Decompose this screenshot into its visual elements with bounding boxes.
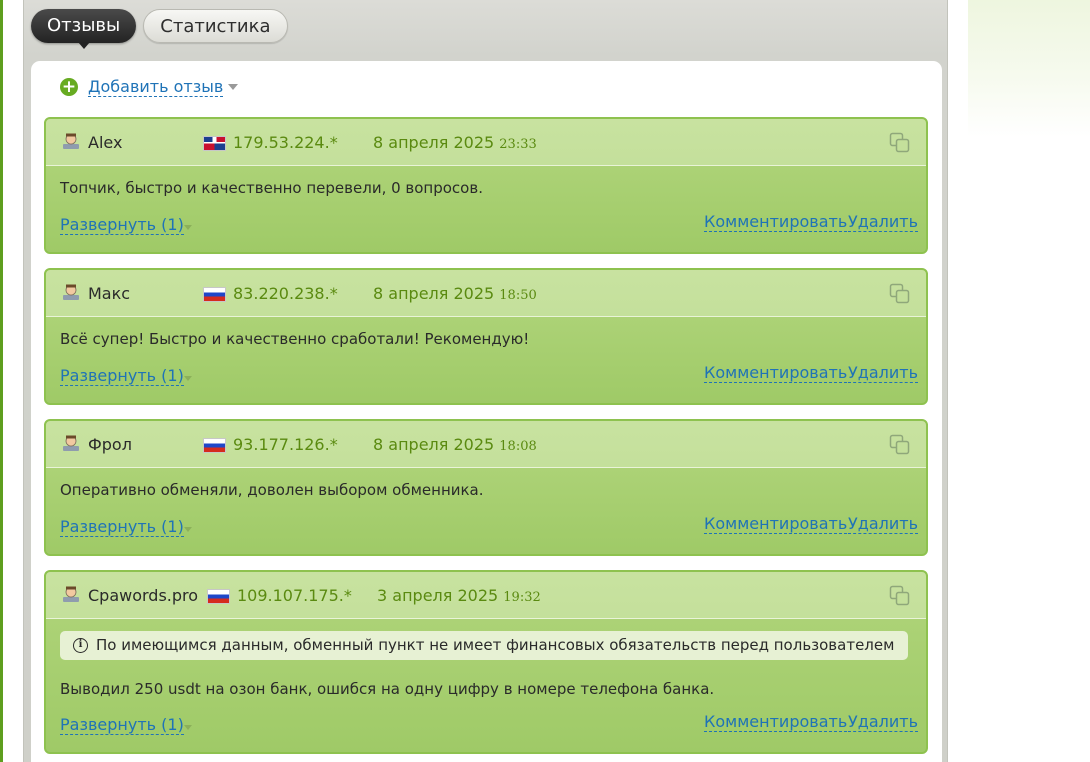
review-date-text: 8 апреля 2025 <box>373 133 495 152</box>
review-author: Alex <box>88 133 123 152</box>
review-header: Макс 83.220.238.* 8 апреля 2025 18:50 <box>46 270 926 317</box>
review-date-text: 3 апреля 2025 <box>377 586 499 605</box>
review-ip: 109.107.175.* <box>237 586 352 605</box>
add-review-button[interactable]: + Добавить отзыв <box>60 77 239 97</box>
review-text: Топчик, быстро и качественно перевели, 0… <box>60 179 483 197</box>
review-date-text: 8 апреля 2025 <box>373 435 495 454</box>
expand-link[interactable]: Развернуть (1) <box>60 366 184 386</box>
review-date: 8 апреля 2025 18:08 <box>373 435 537 454</box>
chevron-down-icon <box>184 527 192 532</box>
plus-circle-icon: + <box>60 77 78 97</box>
comment-link[interactable]: Комментировать <box>704 712 848 732</box>
review-date: 8 апреля 2025 23:33 <box>373 133 537 152</box>
review-author: Фрол <box>88 435 132 454</box>
review-ip: 93.177.126.* <box>233 435 338 454</box>
user-icon <box>63 586 79 602</box>
chevron-down-icon <box>184 225 192 230</box>
russia-flag-icon <box>203 438 226 453</box>
review-ip: 179.53.224.* <box>233 133 338 152</box>
right-side-panel <box>968 0 1090 762</box>
review-time: 18:08 <box>499 439 537 454</box>
user-icon <box>63 133 79 149</box>
delete-link[interactable]: Удалить <box>848 363 918 383</box>
chevron-down-icon <box>184 725 192 730</box>
review-time: 23:33 <box>499 137 537 152</box>
expand-link[interactable]: Развернуть (1) <box>60 517 184 537</box>
delete-link[interactable]: Удалить <box>848 212 918 232</box>
comment-link[interactable]: Комментировать <box>704 363 848 383</box>
review-date: 3 апреля 2025 19:32 <box>377 586 541 605</box>
left-border-stripe <box>0 0 3 762</box>
expand-link[interactable]: Развернуть (1) <box>60 215 184 235</box>
review-time: 19:32 <box>503 590 541 605</box>
review-author: Cpawords.pro <box>88 586 199 605</box>
user-icon <box>63 435 79 451</box>
comment-link[interactable]: Комментировать <box>704 212 848 232</box>
review-date: 8 апреля 2025 18:50 <box>373 284 537 303</box>
tab-statistics[interactable]: Статистика <box>143 9 288 43</box>
review-card: Cpawords.pro 109.107.175.* 3 апреля 2025… <box>44 570 928 754</box>
copy-icon[interactable] <box>889 585 910 606</box>
user-icon <box>63 284 79 300</box>
review-header: Alex 179.53.224.* 8 апреля 2025 23:33 <box>46 119 926 166</box>
review-text: Всё супер! Быстро и качественно сработал… <box>60 330 530 348</box>
tab-bar: Отзывы Статистика <box>31 9 288 49</box>
delete-link[interactable]: Удалить <box>848 514 918 534</box>
delete-link[interactable]: Удалить <box>848 712 918 732</box>
dominican-republic-flag-icon <box>203 136 226 151</box>
copy-icon[interactable] <box>889 132 910 153</box>
copy-icon[interactable] <box>889 283 910 304</box>
info-icon: i <box>73 638 88 653</box>
notice-banner: i По имеющимся данным, обменный пункт не… <box>60 631 909 660</box>
review-header: Фрол 93.177.126.* 8 апреля 2025 18:08 <box>46 421 926 468</box>
review-author: Макс <box>88 284 131 303</box>
review-time: 18:50 <box>499 288 537 303</box>
review-card: Фрол 93.177.126.* 8 апреля 2025 18:08 Оп… <box>44 419 928 556</box>
chevron-down-icon <box>228 84 239 90</box>
review-date-text: 8 апреля 2025 <box>373 284 495 303</box>
review-card: Макс 83.220.238.* 8 апреля 2025 18:50 Вс… <box>44 268 928 405</box>
tab-reviews[interactable]: Отзывы <box>31 9 137 49</box>
review-card: Alex 179.53.224.* 8 апреля 2025 23:33 То… <box>44 117 928 254</box>
add-review-label: Добавить отзыв <box>88 77 224 97</box>
copy-icon[interactable] <box>889 434 910 455</box>
review-ip: 83.220.238.* <box>233 284 338 303</box>
review-text: Оперативно обменяли, доволен выбором обм… <box>60 481 484 499</box>
russia-flag-icon <box>207 589 230 604</box>
comment-link[interactable]: Комментировать <box>704 514 848 534</box>
chevron-down-icon <box>184 376 192 381</box>
expand-link[interactable]: Развернуть (1) <box>60 715 184 735</box>
russia-flag-icon <box>203 287 226 302</box>
review-header: Cpawords.pro 109.107.175.* 3 апреля 2025… <box>46 572 926 619</box>
notice-text: По имеющимся данным, обменный пункт не и… <box>96 636 895 654</box>
review-text: Выводил 250 usdt на озон банк, ошибся на… <box>60 680 715 698</box>
